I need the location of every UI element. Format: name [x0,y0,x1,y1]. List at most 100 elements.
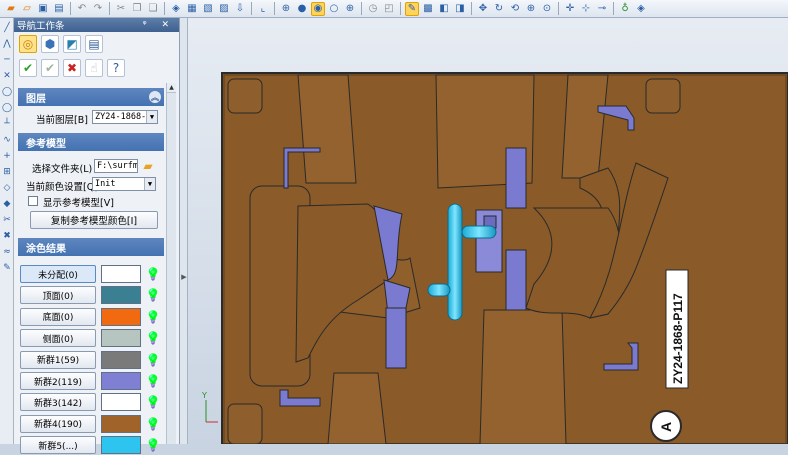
view-cube-icon[interactable]: ◈ [169,2,183,16]
visibility-bulb-icon[interactable]: 💡 [146,438,161,452]
paint-icon[interactable]: ✎ [405,1,419,16]
settings-icon[interactable]: ◈ [634,2,648,16]
export-icon[interactable]: ◨ [453,2,467,16]
panel-splitter[interactable]: ▶ [180,18,188,444]
visibility-bulb-icon[interactable]: 💡 [146,267,161,281]
layers-tab-icon[interactable]: ◩ [63,35,81,53]
color-setting-select[interactable]: Init ▼ [92,177,156,191]
visibility-bulb-icon[interactable]: 💡 [146,331,161,345]
apply-icon[interactable]: ✔ [41,59,59,77]
color-group-button[interactable]: 顶面(0) [20,286,96,305]
filter-icon[interactable]: ◰ [382,2,396,16]
color-swatch[interactable] [101,286,141,305]
delete-icon[interactable]: ✖ [1,230,13,242]
confirm-icon[interactable]: ✔ [19,59,37,77]
surface2-icon[interactable]: ◆ [1,198,13,210]
solid-icon[interactable]: ◧ [437,2,451,16]
branch-runner[interactable] [427,283,451,297]
splitter-grip-icon[interactable]: ▶ [181,268,187,286]
pan-icon[interactable]: ✥ [476,2,490,16]
wave-icon[interactable]: ≈ [1,246,13,258]
color-swatch[interactable] [101,307,141,326]
color-swatch[interactable] [101,329,141,348]
save-icon[interactable]: ▣ [36,2,50,16]
vertical-icon[interactable]: ┴ [1,118,13,130]
polyline-icon[interactable]: ⋀ [1,38,13,50]
cut-icon[interactable]: ✂ [114,2,128,16]
color-swatch[interactable] [101,372,141,390]
dropdown-arrow-icon[interactable]: ▼ [144,178,155,190]
color-group-button[interactable]: 新群3(142) [20,393,96,412]
copy-reference-color-button[interactable]: 复制参考模型颜色[I] [30,211,158,229]
surface-icon[interactable]: ◇ [1,182,13,194]
zoom-icon[interactable]: ⊕ [524,2,538,16]
grid-tool-icon[interactable]: ⊞ [1,166,13,178]
color-swatch[interactable] [101,393,141,412]
browse-folder-icon[interactable]: ▰ [141,158,155,173]
sphere-icon[interactable]: ● [295,2,309,16]
collapse-icon[interactable]: ︽ [149,91,161,103]
branch-runner[interactable] [461,225,497,239]
redo-icon[interactable]: ↷ [91,2,105,16]
point-icon[interactable]: ✛ [563,2,577,16]
color-swatch[interactable] [101,265,141,283]
zoom-fit-icon[interactable]: ⊙ [540,2,554,16]
dash-icon[interactable]: ─ [1,54,13,66]
move-icon[interactable]: ⊸ [595,2,609,16]
color-results-section-header[interactable]: 涂色结果 [18,238,164,256]
undo-icon[interactable]: ↶ [75,2,89,16]
select-file-input[interactable]: F:\surfmil [94,159,138,173]
sprue-runner[interactable] [447,203,463,321]
reference-section-header[interactable]: 参考模型 [18,133,164,151]
circle-icon[interactable]: ⊕ [279,2,293,16]
layer-icon[interactable]: ▦ [185,2,199,16]
frame-icon[interactable]: ▧ [201,2,215,16]
visibility-bulb-icon[interactable]: 💡 [146,353,161,367]
visibility-bulb-icon[interactable]: 💡 [146,374,161,388]
light-icon[interactable]: ♁ [618,2,632,16]
shade-icon[interactable]: ▨ [217,2,231,16]
highlight-sphere-icon[interactable]: ◉ [311,1,325,16]
open-icon[interactable]: ▱ [20,2,34,16]
show-reference-checkbox[interactable] [28,196,38,206]
color-group-button[interactable]: 新群5(...) [20,436,96,455]
print-icon[interactable]: ▤ [52,2,66,16]
color-group-button[interactable]: 未分配(0) [20,265,96,283]
target-tab-icon[interactable]: ◎ [19,35,37,53]
panel-window-controls[interactable]: ᵠ ✕ [143,20,175,30]
group-icon[interactable]: ▩ [421,2,435,16]
panel-scrollbar[interactable]: ▲ [166,83,176,444]
color-group-button[interactable]: 底面(0) [20,307,96,326]
visibility-bulb-icon[interactable]: 💡 [146,288,161,302]
ring-icon[interactable]: ○ [327,2,341,16]
visibility-bulb-icon[interactable]: 💡 [146,417,161,431]
target-icon[interactable]: ⊕ [343,2,357,16]
visibility-bulb-icon[interactable]: 💡 [146,395,161,409]
rotate-axis-icon[interactable]: ⟲ [508,2,522,16]
layers-section-header[interactable]: 图层 ︽ [18,88,164,106]
paste-icon[interactable]: ❏ [146,2,160,16]
copy-icon[interactable]: ❐ [130,2,144,16]
trim-icon[interactable]: ✂ [1,214,13,226]
current-layer-select[interactable]: ZY24-1868-1… ▼ [92,110,158,124]
folder-icon[interactable]: ▰ [4,2,18,16]
color-group-button[interactable]: 新群1(59) [20,350,96,369]
arrow-icon[interactable]: ⇩ [233,2,247,16]
cancel-icon[interactable]: ✖ [63,59,81,77]
cross-icon[interactable]: ✕ [1,70,13,82]
curve-icon[interactable]: ∿ [1,134,13,146]
axis-icon[interactable]: ⊹ [579,2,593,16]
list-tab-icon[interactable]: ▤ [85,35,103,53]
3d-viewport[interactable]: ZY24-1868-P117 A Y [188,18,788,445]
hand-icon[interactable]: ☝ [85,59,103,77]
plus-icon[interactable]: + [1,150,13,162]
ring-tool-icon[interactable]: ◯ [1,102,13,114]
visibility-bulb-icon[interactable]: 💡 [146,310,161,324]
edit-icon[interactable]: ✎ [1,262,13,274]
dropdown-arrow-icon[interactable]: ▼ [146,111,157,123]
color-swatch[interactable] [101,436,141,455]
color-group-button[interactable]: 侧面(0) [20,329,96,348]
measure-icon[interactable]: ⌞ [256,2,270,16]
help-icon[interactable]: ? [107,59,125,77]
clock-icon[interactable]: ◷ [366,2,380,16]
